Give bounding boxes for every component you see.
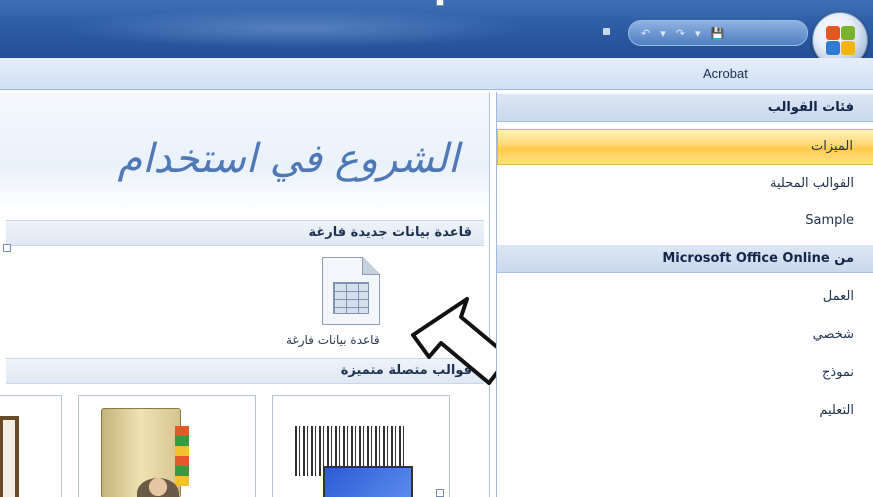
category-sample[interactable]: Sample <box>497 204 873 240</box>
selection-handle <box>436 489 444 497</box>
blank-database-label[interactable]: قاعدة بيانات فارغة <box>286 333 380 347</box>
category-featured[interactable]: الميزات <box>497 129 873 165</box>
category-label: نموذج <box>821 365 854 380</box>
monitor-icon <box>323 466 413 497</box>
category-label: التعليم <box>819 403 854 418</box>
qat-customize-marker[interactable] <box>603 28 610 35</box>
category-label: Sample <box>805 213 854 228</box>
category-business[interactable]: العمل <box>497 280 873 316</box>
category-education[interactable]: التعليم <box>497 394 873 430</box>
selection-handle <box>3 244 11 252</box>
title-bar-blur <box>60 8 530 48</box>
ribbon-tab-strip: Acrobat <box>0 58 873 90</box>
selection-handle <box>436 0 444 6</box>
category-local-templates[interactable]: القوالب المحلية <box>497 167 873 203</box>
page-fold <box>362 257 380 275</box>
binder-tabs-icon <box>175 426 189 486</box>
tab-acrobat[interactable]: Acrobat <box>703 66 748 81</box>
title-bar: ↶ ▾ ↷ ▾ 💾 <box>0 0 873 68</box>
template-categories-panel: فئات القوالب الميزات القوالب المحلية Sam… <box>496 92 873 497</box>
table-grid-icon <box>333 282 369 314</box>
header-template-categories-label: فئات القوالب <box>767 100 854 115</box>
category-personal[interactable]: شخصي <box>497 318 873 354</box>
header-office-online: من Microsoft Office Online <box>497 245 873 273</box>
redo-icon[interactable]: ↷ <box>676 27 685 40</box>
template-card-contacts[interactable] <box>78 395 256 497</box>
redo-dropdown-icon[interactable]: ▾ <box>695 27 701 40</box>
save-icon[interactable]: 💾 <box>711 27 725 40</box>
category-label: الميزات <box>810 139 853 154</box>
office-logo-icon <box>826 26 856 56</box>
access-getting-started-window: ↶ ▾ ↷ ▾ 💾 Acrobat الشروع في استخدام قاعد… <box>0 0 873 497</box>
category-sample-online[interactable]: نموذج <box>497 356 873 392</box>
page-title: الشروع في استخدام <box>117 136 459 182</box>
category-label: القوالب المحلية <box>769 176 854 191</box>
frame-icon <box>0 416 19 497</box>
header-office-online-label: من Microsoft Office Online <box>662 251 854 266</box>
undo-icon[interactable]: ↶ <box>641 27 650 40</box>
section-blank-database-label: قاعدة بيانات جديدة فارغة <box>308 225 472 240</box>
quick-access-toolbar: ↶ ▾ ↷ ▾ 💾 <box>628 20 808 46</box>
category-label: العمل <box>822 289 854 304</box>
section-blank-database: قاعدة بيانات جديدة فارغة <box>6 220 484 246</box>
undo-dropdown-icon[interactable]: ▾ <box>660 27 666 40</box>
template-card-assets[interactable] <box>272 395 450 497</box>
header-template-categories: فئات القوالب <box>497 94 873 122</box>
template-card-partial[interactable] <box>0 395 62 497</box>
blank-database-icon <box>322 257 380 325</box>
category-label: شخصي <box>812 327 854 342</box>
blank-database-button[interactable] <box>322 257 384 327</box>
